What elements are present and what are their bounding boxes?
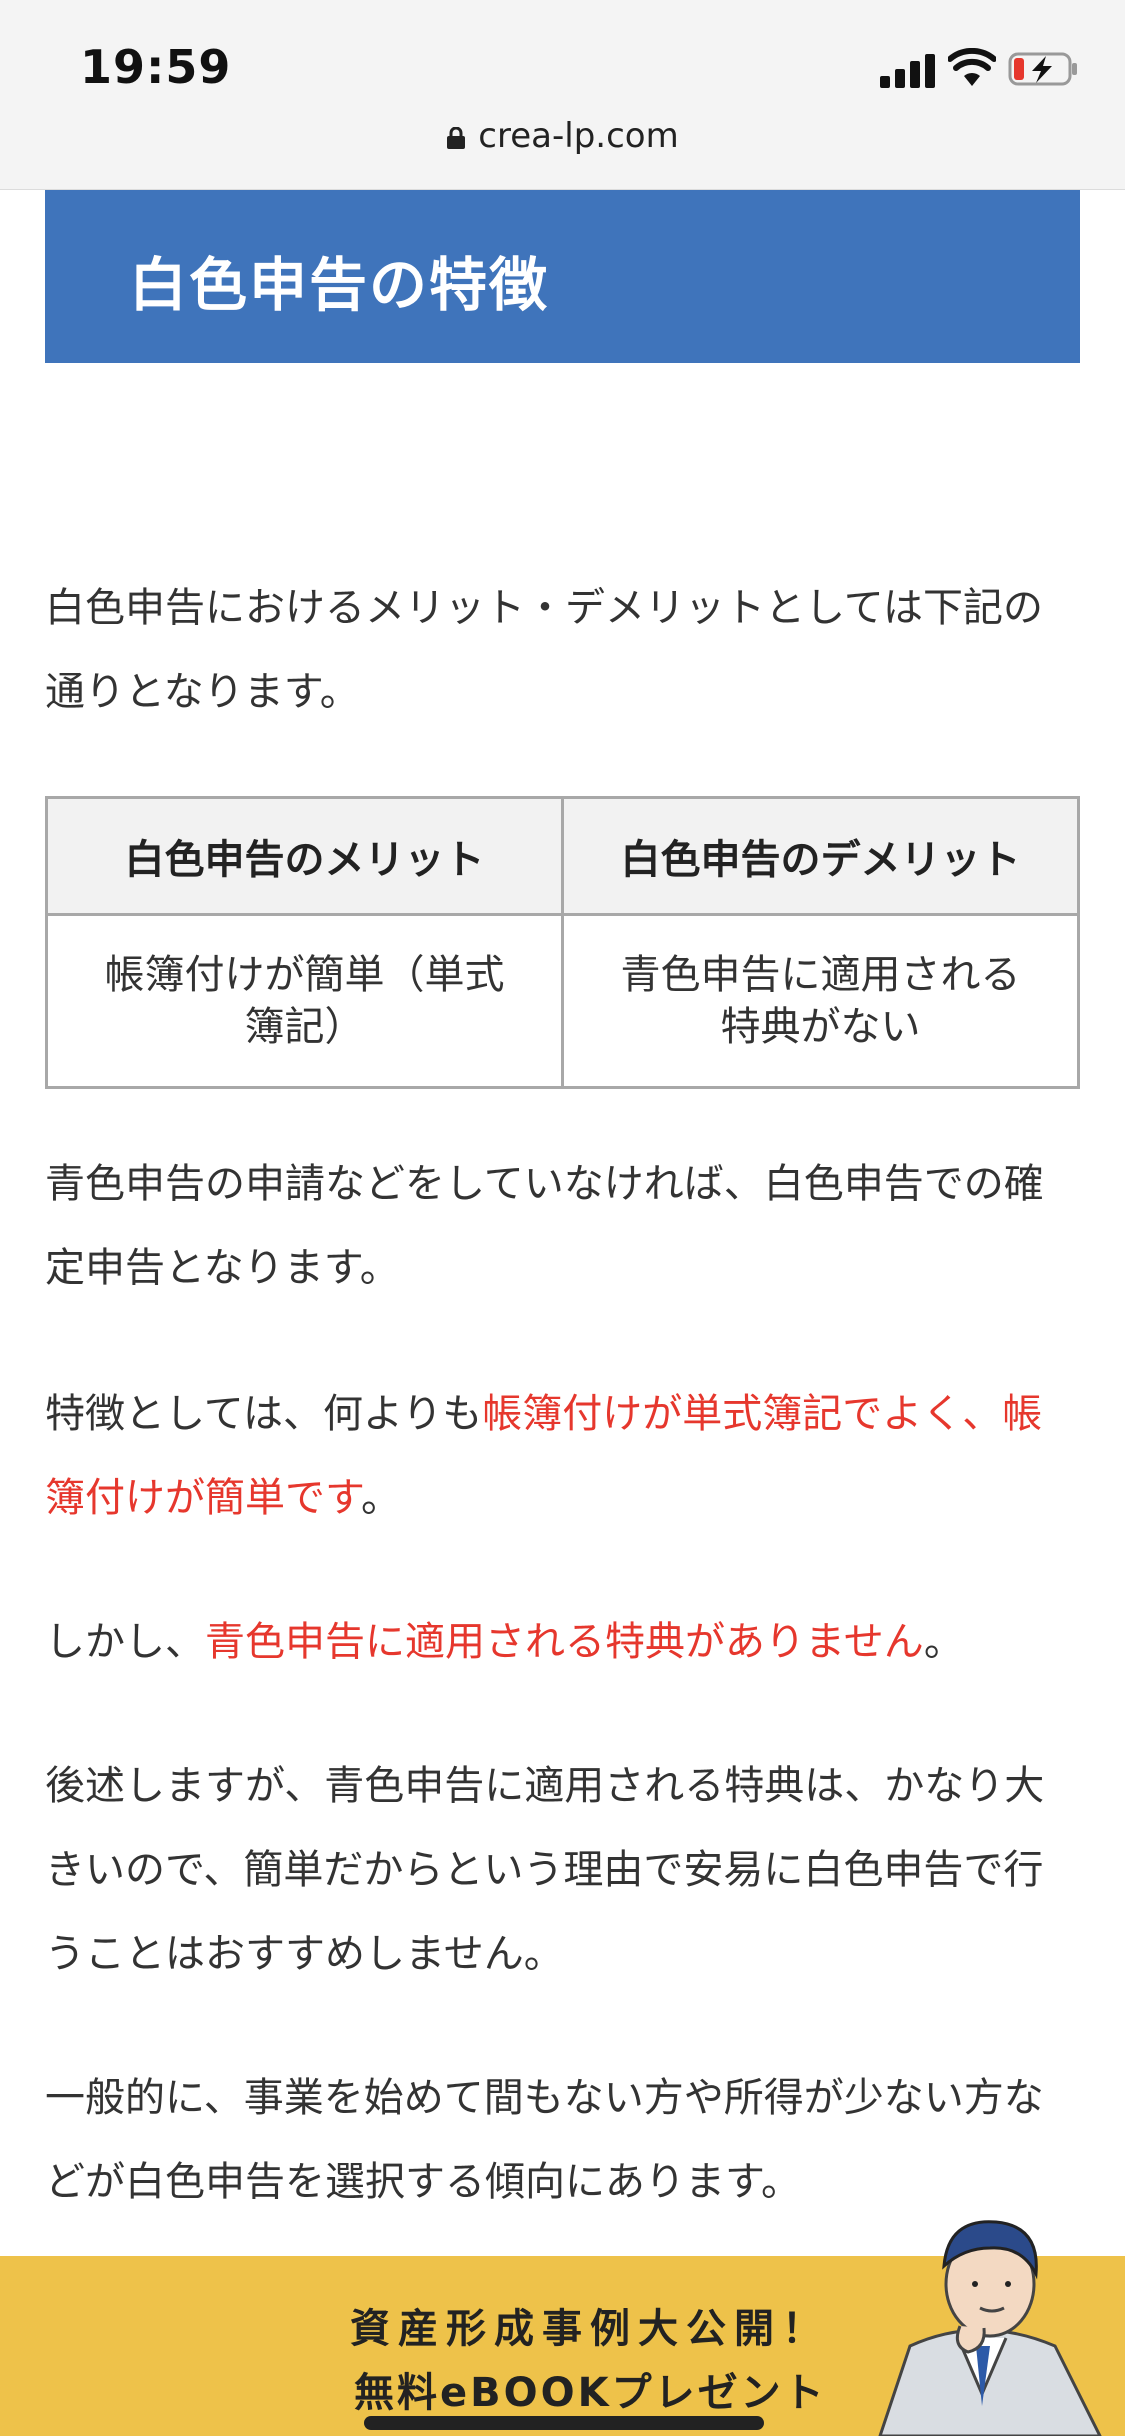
paragraph-recommendation: 後述しますが、青色申告に適用される特典は、かなり大きいので、簡単だからという理由…	[45, 1763, 1045, 1977]
feature-suffix: 。	[361, 1475, 401, 1521]
demerit-header: 白色申告のデメリット	[561, 796, 1080, 916]
lock-icon	[447, 126, 466, 149]
paragraph-feature: 特徴としては、何よりも帳簿付けが単式簿記でよく、帳簿付けが簡単です。	[45, 1372, 1080, 1540]
table-row: 帳簿付けが簡単（単式簿記） 青色申告に適用される特典がない	[45, 913, 1080, 1089]
wifi-icon	[948, 48, 996, 86]
status-time: 19:59	[80, 40, 232, 94]
merit-demerit-table: 白色申告のメリット 白色申告のデメリット 帳簿付けが簡単（単式簿記） 青色申告に…	[45, 796, 1080, 1089]
however-text: しかし、	[45, 1619, 205, 1665]
promo-underline	[364, 2416, 764, 2430]
section-heading: 白色申告の特徴	[45, 190, 1080, 363]
paragraph-white-return: 青色申告の申請などをしていなければ、白色申告での確定申告となります。	[45, 1161, 1044, 1291]
section-title: 白色申告の特徴	[129, 251, 550, 319]
demerit-cell: 青色申告に適用される特典がない	[561, 913, 1080, 1089]
merit-cell: 帳簿付けが簡単（単式簿記）	[45, 913, 564, 1089]
cellular-signal-icon	[880, 52, 936, 88]
however-suffix: 。	[923, 1619, 964, 1665]
promo-subline: 無料eBOOKプレゼント	[354, 2370, 827, 2416]
paragraph-however: しかし、青色申告に適用される特典がありません。	[45, 1600, 1080, 1684]
address-bar[interactable]: crea-lp.com	[0, 116, 1125, 156]
however-highlight: 青色申告に適用される特典がありません	[205, 1619, 924, 1665]
promo-headline: 資産形成事例大公開！	[350, 2306, 830, 2352]
table-header-row: 白色申告のメリット 白色申告のデメリット	[45, 796, 1080, 916]
battery-charging-icon	[1008, 52, 1077, 86]
feature-text: 特徴としては、何よりも	[45, 1391, 483, 1437]
status-bar: 19:59 crea-lp.com	[0, 0, 1125, 190]
businessman-illustration	[878, 2220, 1102, 2436]
intro-text: 白色申告におけるメリット・デメリットとしては下記の通りとなります。	[45, 585, 1043, 715]
merit-header: 白色申告のメリット	[45, 796, 564, 916]
url-text: crea-lp.com	[478, 116, 679, 156]
